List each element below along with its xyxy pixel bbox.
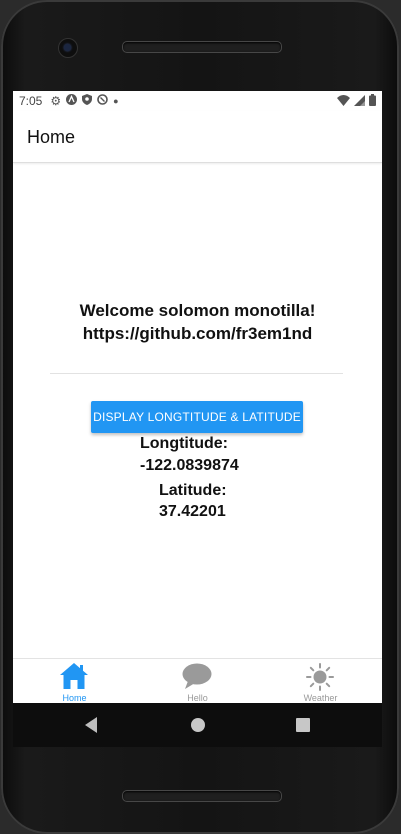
- tab-home[interactable]: Home: [13, 659, 136, 703]
- system-nav-bar: [13, 703, 382, 747]
- content-divider: [50, 373, 343, 374]
- recent-apps-icon[interactable]: [296, 718, 310, 732]
- welcome-text: Welcome solomon monotilla!: [79, 301, 316, 320]
- tab-hello-label: Hello: [187, 693, 208, 703]
- status-time: 7:05: [19, 94, 43, 108]
- top-speaker-grille: [122, 41, 282, 53]
- status-bar: 7:05 ⚙ ●: [13, 91, 382, 111]
- signal-icon: [354, 94, 365, 109]
- dot-icon: ●: [113, 96, 119, 106]
- github-url-text: https://github.com/fr3em1nd: [82, 324, 313, 343]
- bottom-speaker-grille: [122, 790, 282, 802]
- front-camera: [58, 38, 78, 58]
- latitude-label: Latitude:: [159, 482, 227, 499]
- tab-hello[interactable]: Hello: [136, 659, 259, 703]
- app-bar: Home: [13, 111, 382, 163]
- home-circle-icon[interactable]: [191, 718, 205, 732]
- wifi-icon: [337, 94, 350, 109]
- tab-weather[interactable]: Weather: [259, 659, 382, 703]
- shield-icon: [82, 94, 93, 108]
- bottom-tab-bar: Home Hello Weather: [13, 658, 382, 703]
- welcome-block: Welcome solomon monotilla! https://githu…: [13, 299, 382, 345]
- settings-icon: ⚙: [50, 94, 62, 108]
- tab-weather-label: Weather: [303, 693, 338, 703]
- chat-bubble-icon: [182, 663, 212, 694]
- sun-icon: [306, 663, 334, 696]
- battery-icon: [369, 94, 376, 109]
- longitude-value: -122.0839874: [140, 457, 239, 474]
- latitude-value: 37.42201: [159, 503, 226, 520]
- display-location-button[interactable]: DISPLAY LONGTITUDE & LATITUDE: [91, 401, 303, 433]
- home-icon: [59, 662, 89, 695]
- app-screen: 7:05 ⚙ ● Home Welcome solomon monotilla!: [13, 91, 382, 703]
- status-right-icons: [337, 94, 376, 109]
- tab-home-label: Home: [62, 693, 87, 703]
- page-title: Home: [27, 127, 76, 147]
- longitude-label: Longtitude:: [140, 435, 228, 452]
- app-icon: [66, 94, 78, 108]
- sync-icon: [97, 94, 108, 108]
- back-icon[interactable]: [85, 717, 97, 733]
